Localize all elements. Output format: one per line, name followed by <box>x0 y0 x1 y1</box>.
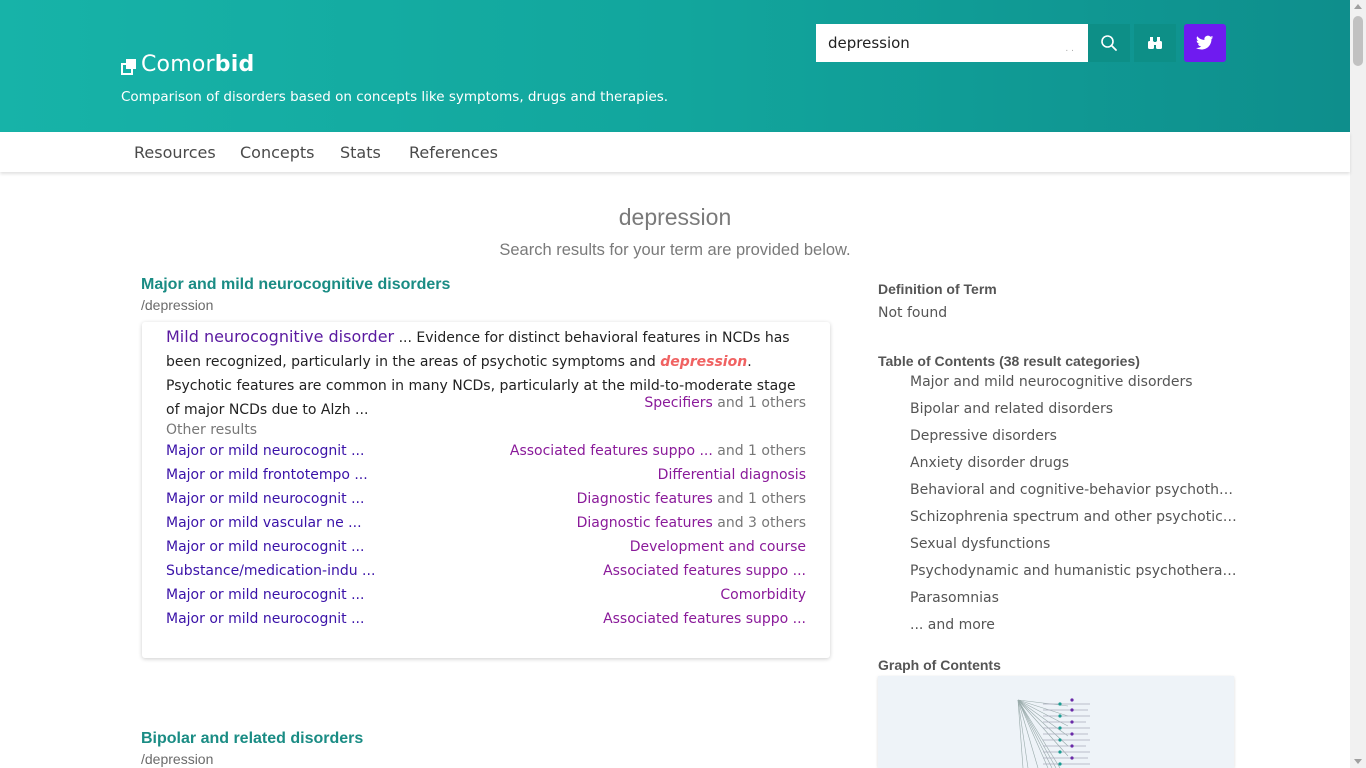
tagline: Comparison of disorders based on concept… <box>121 89 669 105</box>
toc-heading: Table of Contents (38 result categories) <box>878 353 1140 369</box>
page-subtitle: Search results for your term are provide… <box>499 241 851 259</box>
other-result-section-link[interactable]: Development and course <box>630 539 806 555</box>
search-icon <box>1101 35 1117 51</box>
other-result-section-link[interactable]: Associated features suppo ... <box>603 563 806 579</box>
toc-item[interactable]: Schizophrenia spectrum and other psychot… <box>910 509 1238 525</box>
other-result-section-link[interactable]: Diagnostic features <box>577 491 713 507</box>
snippet-highlight: depression <box>660 354 748 370</box>
result-main-link[interactable]: Mild neurocognitive disorder <box>166 327 394 346</box>
result-category-title[interactable]: Bipolar and related disorders <box>141 730 363 748</box>
other-result-link[interactable]: Major or mild neurocognit ... <box>166 611 364 627</box>
other-result-link[interactable]: Major or mild neurocognit ... <box>166 587 364 603</box>
scroll-up-icon[interactable] <box>1354 4 1362 9</box>
other-result-link[interactable]: Major or mild neurocognit ... <box>166 491 364 507</box>
toc-item[interactable]: Depressive disorders <box>910 428 1240 444</box>
list-item: Major or mild neurocognit ... Comorbidit… <box>166 587 806 611</box>
search-button[interactable] <box>1088 24 1130 62</box>
other-result-link[interactable]: Major or mild frontotempo ... <box>166 467 368 483</box>
other-result-section-link[interactable]: Associated features suppo ... <box>603 611 806 627</box>
graph-thumbnail <box>1017 698 1090 768</box>
other-result-section-link[interactable]: Comorbidity <box>720 587 806 603</box>
list-item: Major or mild frontotempo ... Differenti… <box>166 467 806 491</box>
toc-item[interactable]: Behavioral and cognitive-behavior psycho… <box>910 482 1240 498</box>
other-result-section-link[interactable]: Diagnostic features <box>577 515 713 531</box>
toc-item[interactable]: Bipolar and related disorders <box>910 401 1240 417</box>
nav-references[interactable]: References <box>409 143 498 162</box>
toc-item[interactable]: Parasomnias <box>910 590 1240 606</box>
toc-item[interactable]: Psychodynamic and humanistic psychothera… <box>910 563 1240 579</box>
twitter-button[interactable] <box>1184 24 1226 62</box>
section-link[interactable]: Specifiers <box>644 395 712 411</box>
result-category-title[interactable]: Major and mild neurocognitive disorders <box>141 276 450 294</box>
definition-value: Not found <box>878 305 948 321</box>
result-card: Mild neurocognitive disorder ... Evidenc… <box>142 322 830 658</box>
other-result-section-link[interactable]: Associated features suppo ... <box>510 443 713 459</box>
nav-resources[interactable]: Resources <box>134 143 216 162</box>
site-header: Comorbid Comparison of disorders based o… <box>0 0 1350 132</box>
other-result-link[interactable]: Major or mild neurocognit ... <box>166 443 364 459</box>
result-category-path: /depression <box>141 297 214 313</box>
other-result-suffix: and 1 others <box>712 491 806 507</box>
page-scrollbar[interactable] <box>1350 0 1366 768</box>
brand-logo-link[interactable]: Comorbid <box>121 52 254 77</box>
twitter-icon <box>1196 35 1214 50</box>
toc-item[interactable]: Anxiety disorder drugs <box>910 455 1240 471</box>
other-results-label: Other results <box>166 422 258 438</box>
main-nav: Resources Concepts Stats References <box>0 132 1350 172</box>
list-item: Major or mild neurocognit ... Diagnostic… <box>166 491 806 515</box>
list-item: Substance/medication-indu ... Associated… <box>166 563 806 587</box>
list-item: Major or mild neurocognit ... Associated… <box>166 611 806 635</box>
scrollbar-thumb[interactable] <box>1353 16 1363 66</box>
result-category-path: /depression <box>141 751 214 767</box>
search-field[interactable]: . . <box>816 24 1088 62</box>
list-item: Major or mild neurocognit ... Associated… <box>166 443 806 467</box>
other-result-link[interactable]: Major or mild vascular ne ... <box>166 515 362 531</box>
toc-item[interactable]: Major and mild neurocognitive disorders <box>910 374 1240 390</box>
logo-icon <box>121 58 137 75</box>
other-result-suffix: and 3 others <box>712 515 806 531</box>
graph-of-contents[interactable] <box>878 676 1234 768</box>
other-result-link[interactable]: Substance/medication-indu ... <box>166 563 375 579</box>
list-item: Major or mild neurocognit ... Developmen… <box>166 539 806 563</box>
search-input-dots: . . <box>1065 44 1074 54</box>
other-result-link[interactable]: Major or mild neurocognit ... <box>166 539 364 555</box>
search-input[interactable] <box>828 34 1076 52</box>
nav-concepts[interactable]: Concepts <box>240 143 315 162</box>
other-result-suffix: and 1 others <box>712 443 806 459</box>
toc-item[interactable]: Sexual dysfunctions <box>910 536 1240 552</box>
section-ref: Specifiers and 1 others <box>644 395 806 411</box>
toc-more-link[interactable]: ... and more <box>910 617 1240 633</box>
binoculars-icon <box>1148 37 1162 49</box>
other-result-section-link[interactable]: Differential diagnosis <box>658 467 806 483</box>
scroll-down-icon[interactable] <box>1354 759 1362 764</box>
nav-stats[interactable]: Stats <box>340 143 381 162</box>
section-suffix: and 1 others <box>712 395 806 411</box>
definition-heading: Definition of Term <box>878 281 997 297</box>
brand-name: Comorbid <box>141 52 255 77</box>
page-title: depression <box>618 204 732 230</box>
graph-heading: Graph of Contents <box>878 657 1001 673</box>
explore-button[interactable] <box>1134 24 1176 62</box>
list-item: Major or mild vascular ne ... Diagnostic… <box>166 515 806 539</box>
